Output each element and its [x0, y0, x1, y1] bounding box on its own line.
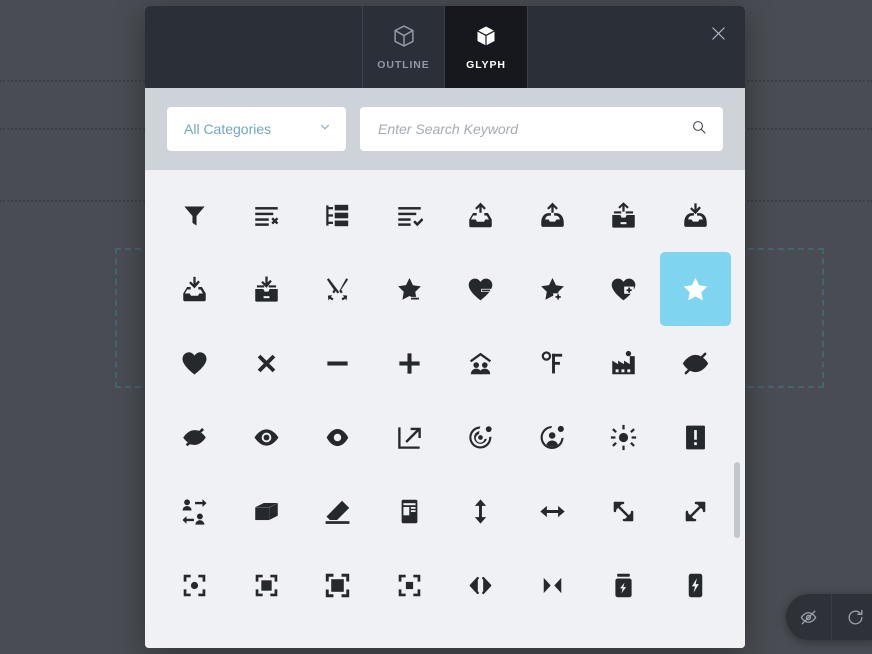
- modal-header: OUTLINE GLYPH: [145, 6, 745, 88]
- close-x-icon[interactable]: [231, 326, 303, 400]
- tab-glyph[interactable]: GLYPH: [445, 6, 527, 88]
- inbox-download-curved-icon[interactable]: [660, 178, 732, 252]
- floating-toolbar[interactable]: [786, 594, 872, 640]
- list-check-icon[interactable]: [374, 178, 446, 252]
- inbox-upload-rounded-icon[interactable]: [445, 178, 517, 252]
- list-remove-icon[interactable]: [231, 178, 303, 252]
- search-toolbar: All Categories: [145, 88, 745, 170]
- heart-plus-icon[interactable]: [588, 252, 660, 326]
- inbox-upload-curved-icon[interactable]: [517, 178, 589, 252]
- category-dropdown-value: All Categories: [184, 121, 272, 137]
- eye-slash-outline-icon[interactable]: [660, 326, 732, 400]
- arrows-collapse-icon[interactable]: [517, 548, 589, 622]
- arrows-horizontal-icon[interactable]: [517, 474, 589, 548]
- brightness-sun-icon[interactable]: [588, 400, 660, 474]
- focus-square-icon[interactable]: [231, 548, 303, 622]
- star-icon[interactable]: [659, 252, 731, 326]
- reset-icon[interactable]: [832, 594, 872, 640]
- minus-icon[interactable]: [302, 326, 374, 400]
- header-spacer-right: [527, 6, 745, 88]
- heart-minus-icon[interactable]: [445, 252, 517, 326]
- eye-slash-solid-icon[interactable]: [159, 400, 231, 474]
- search-input[interactable]: [378, 121, 691, 137]
- plus-icon[interactable]: [374, 326, 446, 400]
- tab-glyph-label: GLYPH: [466, 59, 506, 71]
- glyph-picker-modal: OUTLINE GLYPH All Categories Enter Searc…: [145, 6, 745, 648]
- eye-icon[interactable]: [231, 400, 303, 474]
- fullscreen-icon[interactable]: [302, 548, 374, 622]
- inbox-download-rounded-icon[interactable]: [159, 252, 231, 326]
- exclamation-box-icon[interactable]: [660, 400, 732, 474]
- battery-bolt-icon[interactable]: [660, 548, 732, 622]
- hide-preview-icon[interactable]: [786, 594, 832, 640]
- inbox-upload-flat-icon[interactable]: [588, 178, 660, 252]
- heart-icon[interactable]: [159, 326, 231, 400]
- cube-outline-icon: [391, 23, 417, 54]
- tab-outline-label: OUTLINE: [377, 59, 430, 71]
- scissors-icon[interactable]: [302, 252, 374, 326]
- editor-canvas: OUTLINE GLYPH All Categories Enter Searc…: [0, 0, 872, 654]
- code-brackets-icon[interactable]: [445, 548, 517, 622]
- family-home-icon[interactable]: [445, 326, 517, 400]
- tab-outline[interactable]: OUTLINE: [363, 6, 445, 88]
- category-dropdown[interactable]: All Categories: [167, 107, 346, 151]
- icon-grid: [145, 170, 745, 630]
- star-minus-icon[interactable]: [374, 252, 446, 326]
- close-icon[interactable]: [703, 18, 733, 48]
- search-field-wrapper[interactable]: [360, 107, 723, 151]
- eye-solid-icon[interactable]: [302, 400, 374, 474]
- resize-diagonal-icon[interactable]: [588, 474, 660, 548]
- inbox-download-flat-icon[interactable]: [231, 252, 303, 326]
- target-radar-icon[interactable]: [445, 400, 517, 474]
- scrollbar-thumb[interactable]: [734, 462, 740, 538]
- battery-charge-icon[interactable]: [588, 548, 660, 622]
- expand-diagonal-icon[interactable]: [660, 474, 732, 548]
- scrollbar-track[interactable]: [733, 170, 741, 648]
- arrows-vertical-icon[interactable]: [445, 474, 517, 548]
- filter-icon[interactable]: [159, 178, 231, 252]
- icon-grid-scroll-area[interactable]: [145, 170, 745, 648]
- focus-small-icon[interactable]: [374, 548, 446, 622]
- mobile-device-icon[interactable]: [374, 474, 446, 548]
- cube-solid-icon: [473, 23, 499, 54]
- focus-dot-icon[interactable]: [159, 548, 231, 622]
- list-tree-icon[interactable]: [302, 178, 374, 252]
- user-exchange-icon[interactable]: [159, 474, 231, 548]
- fahrenheit-icon[interactable]: [517, 326, 589, 400]
- header-spacer-left: [145, 6, 363, 88]
- factory-icon[interactable]: [588, 326, 660, 400]
- star-plus-icon[interactable]: [517, 252, 589, 326]
- expand-arrow-icon[interactable]: [374, 400, 446, 474]
- box-3d-icon[interactable]: [231, 474, 303, 548]
- eraser-icon[interactable]: [302, 474, 374, 548]
- search-icon[interactable]: [691, 119, 707, 140]
- chevron-down-icon: [318, 120, 332, 139]
- user-alert-icon[interactable]: [517, 400, 589, 474]
